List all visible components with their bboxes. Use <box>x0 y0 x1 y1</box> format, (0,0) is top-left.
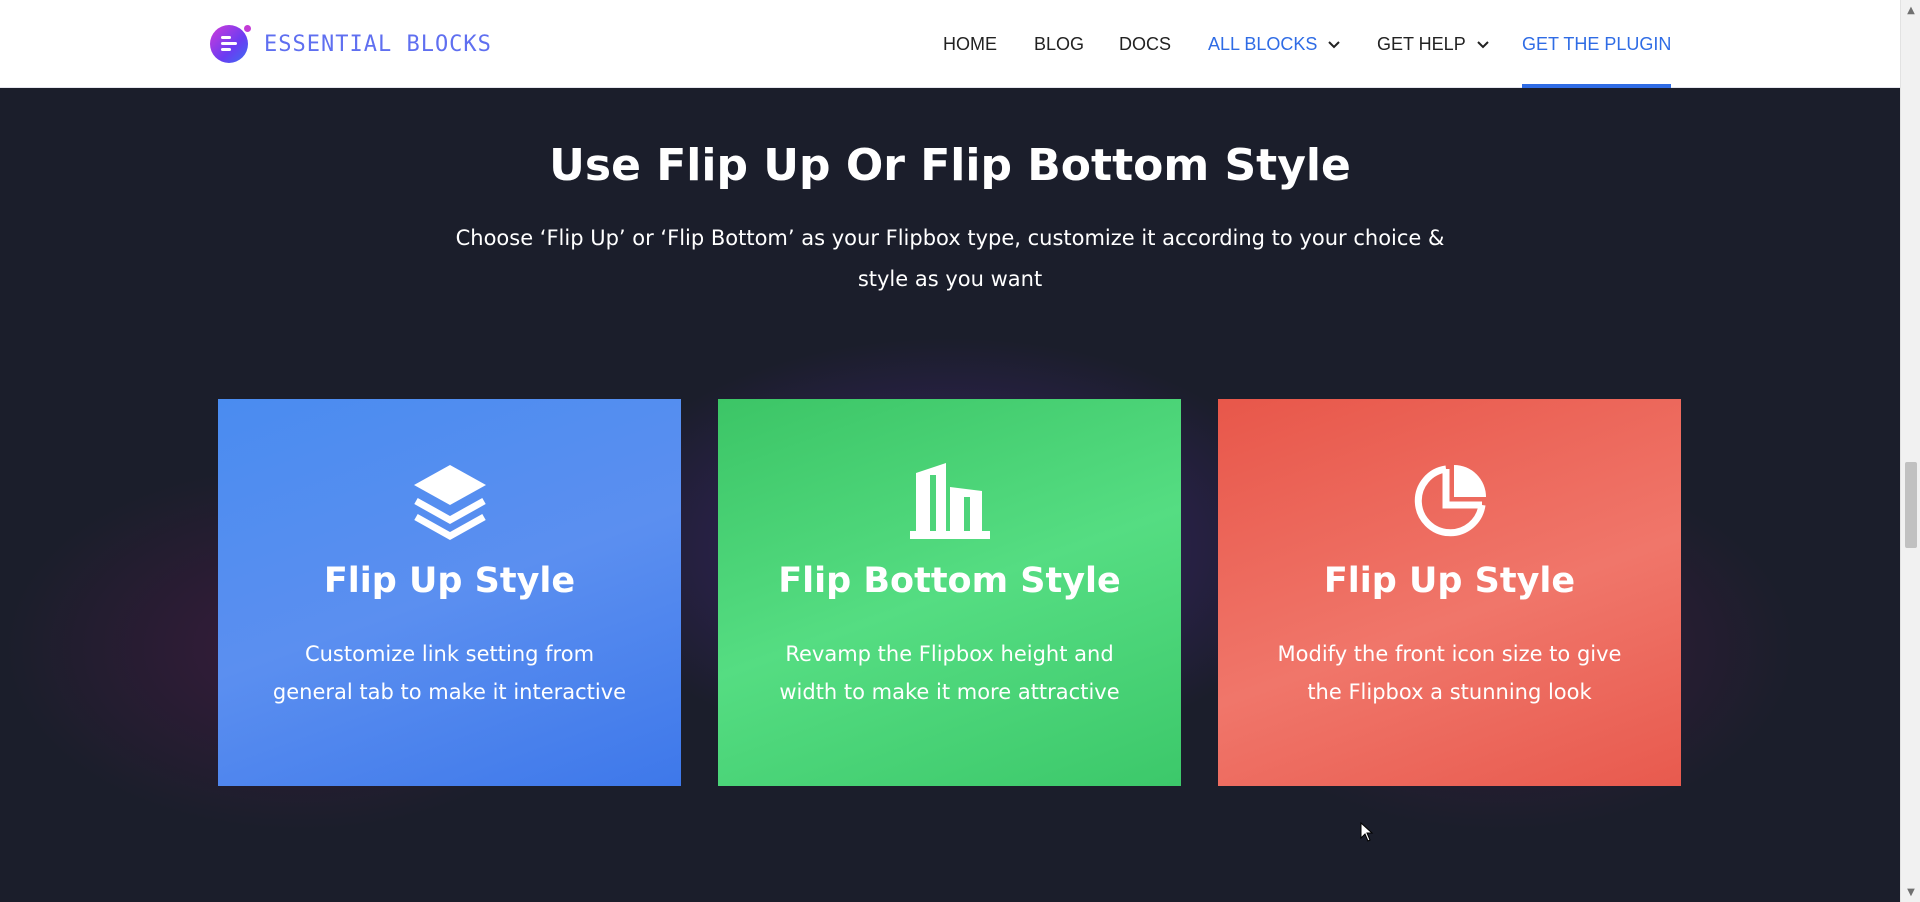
mouse-cursor-icon <box>1360 822 1374 842</box>
card-title: Flip Up Style <box>1323 561 1576 601</box>
nav-get-the-plugin[interactable]: GET THE PLUGIN <box>1522 0 1672 88</box>
card-title: Flip Bottom Style <box>778 561 1121 601</box>
flipbox-section: Use Flip Up Or Flip Bottom Style Choose … <box>0 88 1900 902</box>
flipbox-card-2[interactable]: Flip Bottom Style Revamp the Flipbox hei… <box>718 399 1181 786</box>
logo-text: ESSENTIAL BLOCKS <box>264 31 492 57</box>
scroll-down-arrow-icon[interactable]: ▼ <box>1901 882 1920 902</box>
buildings-icon <box>909 463 990 539</box>
nav-blog[interactable]: BLOG <box>1034 0 1084 88</box>
logo[interactable]: ESSENTIAL BLOCKS <box>210 25 492 63</box>
card-description: Revamp the Flipbox height and width to m… <box>768 635 1131 711</box>
logo-icon <box>210 25 251 63</box>
pie-chart-icon <box>1414 465 1486 537</box>
section-subtitle: Choose ‘Flip Up’ or ‘Flip Bottom’ as you… <box>450 218 1450 300</box>
card-description-line2: the Flipbox a stunning look <box>1307 680 1592 704</box>
section-subtitle-line1: Choose ‘Flip Up’ or ‘Flip Bottom’ as you… <box>455 226 1445 250</box>
card-title: Flip Up Style <box>323 561 576 601</box>
site-header: ESSENTIAL BLOCKS HOME BLOG DOCS ALL BLOC… <box>0 0 1900 88</box>
scrollbar-thumb[interactable] <box>1905 462 1917 548</box>
chevron-down-icon <box>1476 41 1489 49</box>
page-scrollbar[interactable]: ▲ ▼ <box>1900 0 1920 902</box>
flipbox-card-1[interactable]: Flip Up Style Customize link setting fro… <box>218 399 681 786</box>
nav-all-blocks-label: ALL BLOCKS <box>1208 33 1318 54</box>
nav-all-blocks[interactable]: ALL BLOCKS <box>1208 0 1341 88</box>
card-description: Modify the front icon size to give the F… <box>1268 635 1631 711</box>
section-title: Use Flip Up Or Flip Bottom Style <box>549 140 1351 191</box>
nav-get-help[interactable]: GET HELP <box>1377 0 1490 88</box>
chevron-down-icon <box>1328 41 1341 49</box>
section-subtitle-line2: style as you want <box>857 267 1043 291</box>
nav-get-help-label: GET HELP <box>1377 33 1466 54</box>
card-description-line1: Modify the front icon size to give <box>1277 642 1622 666</box>
flipbox-card-3[interactable]: Flip Up Style Modify the front icon size… <box>1218 399 1681 786</box>
nav-home[interactable]: HOME <box>943 0 997 88</box>
scroll-up-arrow-icon[interactable]: ▲ <box>1901 0 1920 20</box>
card-description-line2: general tab to make it interactive <box>272 680 627 704</box>
card-description-line1: Customize link setting from <box>304 642 595 666</box>
layers-icon <box>413 465 486 541</box>
card-description-line2: width to make it more attractive <box>779 680 1120 704</box>
card-description: Customize link setting from general tab … <box>268 635 631 711</box>
card-description-line1: Revamp the Flipbox height and <box>785 642 1114 666</box>
nav-docs[interactable]: DOCS <box>1119 0 1171 88</box>
